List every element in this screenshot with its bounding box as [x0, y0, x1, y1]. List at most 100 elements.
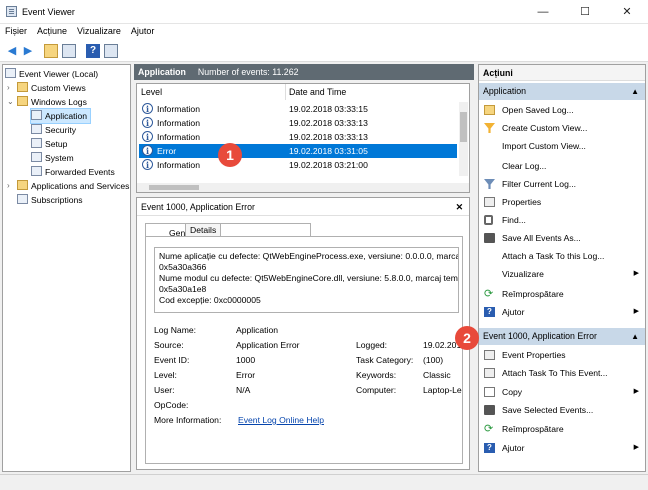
- event-row[interactable]: i Information 19.02.2018 03:33:13: [139, 130, 457, 144]
- actions-section-application[interactable]: Application ▲: [479, 83, 645, 100]
- menu-bar: Fișier Acțiune Vizualizare Ajutor: [0, 24, 648, 40]
- hscroll-thumb[interactable]: [149, 185, 199, 190]
- expand-chevron-icon[interactable]: ›: [7, 81, 16, 95]
- action-find[interactable]: Find...: [479, 211, 645, 229]
- tab-details[interactable]: Details: [185, 223, 222, 237]
- source-label: Source:: [154, 340, 184, 350]
- event-viewer-icon: [5, 68, 16, 78]
- tree-log-forwarded[interactable]: Forwarded Events: [31, 165, 115, 179]
- action-refresh[interactable]: ⟳ Reîmprospătare: [479, 285, 645, 303]
- level-value: Error: [236, 370, 256, 380]
- action-clear-log[interactable]: Clear Log...: [479, 157, 645, 175]
- event-list-scrollbar[interactable]: [459, 102, 468, 176]
- event-list-hscroll[interactable]: [137, 183, 469, 192]
- folder-up-icon[interactable]: [44, 44, 58, 58]
- menu-view[interactable]: Vizualizare: [72, 24, 126, 38]
- action-filter-current-log[interactable]: Filter Current Log...: [479, 175, 645, 193]
- filter-icon: [484, 179, 495, 189]
- console-tree-icon[interactable]: [62, 44, 76, 58]
- computer-value: Laptop-Le: [423, 385, 462, 395]
- action-import-custom-view[interactable]: Import Custom View...: [479, 137, 645, 155]
- log-icon: [31, 138, 42, 148]
- maximize-button[interactable]: ☐: [564, 0, 606, 24]
- collapse-chevron-icon[interactable]: ⌄: [7, 95, 16, 109]
- action-event-properties[interactable]: Event Properties: [479, 346, 645, 364]
- help-icon[interactable]: ?: [86, 44, 100, 58]
- console-tree: Event Viewer (Local) › Custom Views ⌄ Wi…: [2, 64, 131, 472]
- action-create-custom-view[interactable]: Create Custom View...: [479, 119, 645, 137]
- menu-help[interactable]: Ajutor: [126, 24, 160, 38]
- event-properties-icon: [484, 350, 495, 360]
- menu-action[interactable]: Acțiune: [32, 24, 72, 38]
- event-id-label: Event ID:: [154, 355, 190, 365]
- menu-file[interactable]: Fișier: [0, 24, 32, 38]
- expand-chevron-icon[interactable]: ›: [7, 179, 16, 193]
- annotation-badge-1: 1: [218, 143, 242, 167]
- help-icon: ?: [484, 443, 495, 453]
- action-attach-task-event[interactable]: Attach Task To This Event...: [479, 364, 645, 382]
- tree-subscriptions[interactable]: Subscriptions: [17, 193, 83, 207]
- detail-title: Event 1000, Application Error ✕: [137, 198, 469, 216]
- detail-close-icon[interactable]: ✕: [456, 198, 463, 216]
- event-id-value: 1000: [236, 355, 256, 365]
- action-open-saved-log[interactable]: Open Saved Log...: [479, 101, 645, 119]
- tree-log-setup[interactable]: Setup: [31, 137, 67, 151]
- collapse-caret-icon[interactable]: ▲: [631, 328, 639, 345]
- scroll-thumb[interactable]: [460, 112, 467, 142]
- event-count: Number of events: 11.262: [197, 67, 299, 77]
- event-row-selected[interactable]: i Error 19.02.2018 03:31:05: [139, 144, 457, 158]
- tree-log-system[interactable]: System: [31, 151, 74, 165]
- tree-windows-logs[interactable]: Windows Logs: [17, 95, 87, 109]
- submenu-arrow-icon: ▶: [633, 444, 639, 451]
- action-save-selected-events[interactable]: Save Selected Events...: [479, 401, 645, 419]
- col-header-date[interactable]: Date and Time: [289, 87, 346, 97]
- col-divider: [285, 84, 286, 100]
- actions-pane: Acțiuni Application ▲ Open Saved Log... C…: [478, 64, 646, 472]
- window-title: Event Viewer: [22, 7, 75, 17]
- minimize-button[interactable]: —: [522, 0, 564, 24]
- submenu-arrow-icon: ▶: [633, 308, 639, 315]
- back-arrow-icon[interactable]: ◀: [5, 44, 19, 58]
- keywords-value: Classic: [423, 370, 451, 380]
- logged-label: Logged:: [356, 340, 388, 350]
- collapse-caret-icon[interactable]: ▲: [631, 83, 639, 100]
- action-refresh-event[interactable]: ⟳ Reîmprospătare: [479, 420, 645, 438]
- action-help-submenu[interactable]: ? Ajutor ▶: [479, 303, 645, 321]
- computer-label: Computer:: [356, 385, 397, 395]
- tree-apps-services[interactable]: Applications and Services Logs: [17, 179, 130, 193]
- event-row[interactable]: i Information 19.02.2018 03:21:00: [139, 158, 457, 172]
- annotation-badge-2: 2: [455, 326, 479, 350]
- action-view-submenu[interactable]: Vizualizare ▶: [479, 265, 645, 283]
- log-name-value: Application: [236, 325, 279, 335]
- tree-log-security[interactable]: Security: [31, 123, 76, 137]
- action-save-all-events[interactable]: Save All Events As...: [479, 229, 645, 247]
- action-copy[interactable]: Copy ▶: [479, 383, 645, 401]
- log-icon: [31, 110, 42, 120]
- task-icon: [484, 368, 495, 378]
- close-button[interactable]: ✕: [606, 0, 648, 24]
- properties-icon: [484, 197, 495, 207]
- info-icon: i: [142, 131, 153, 142]
- event-viewer-app-icon: [6, 6, 17, 17]
- tree-custom-views[interactable]: Custom Views: [17, 81, 86, 95]
- info-icon: i: [142, 103, 153, 114]
- action-pane-icon[interactable]: [104, 44, 118, 58]
- tree-root[interactable]: Event Viewer (Local): [5, 67, 98, 81]
- submenu-arrow-icon: ▶: [633, 270, 639, 277]
- event-log-help-link[interactable]: Event Log Online Help: [238, 415, 324, 425]
- folder-icon: [17, 180, 28, 190]
- action-attach-task-log[interactable]: Attach a Task To this Log...: [479, 247, 645, 265]
- action-help-event[interactable]: ? Ajutor ▶: [479, 439, 645, 457]
- event-row[interactable]: i Information 19.02.2018 03:33:15: [139, 102, 457, 116]
- col-header-level[interactable]: Level: [141, 87, 162, 97]
- more-info-label: More Information:: [154, 415, 222, 425]
- tree-log-application[interactable]: Application: [29, 108, 92, 124]
- event-description[interactable]: Nume aplicație cu defecte: QtWebEnginePr…: [154, 247, 459, 313]
- action-properties[interactable]: Properties: [479, 193, 645, 211]
- save-icon: [484, 405, 495, 415]
- event-row[interactable]: i Information 19.02.2018 03:33:13: [139, 116, 457, 130]
- copy-icon: [484, 387, 495, 397]
- submenu-arrow-icon: ▶: [633, 388, 639, 395]
- forward-arrow-icon[interactable]: ▶: [21, 44, 35, 58]
- actions-section-event[interactable]: Event 1000, Application Error ▲: [479, 328, 645, 345]
